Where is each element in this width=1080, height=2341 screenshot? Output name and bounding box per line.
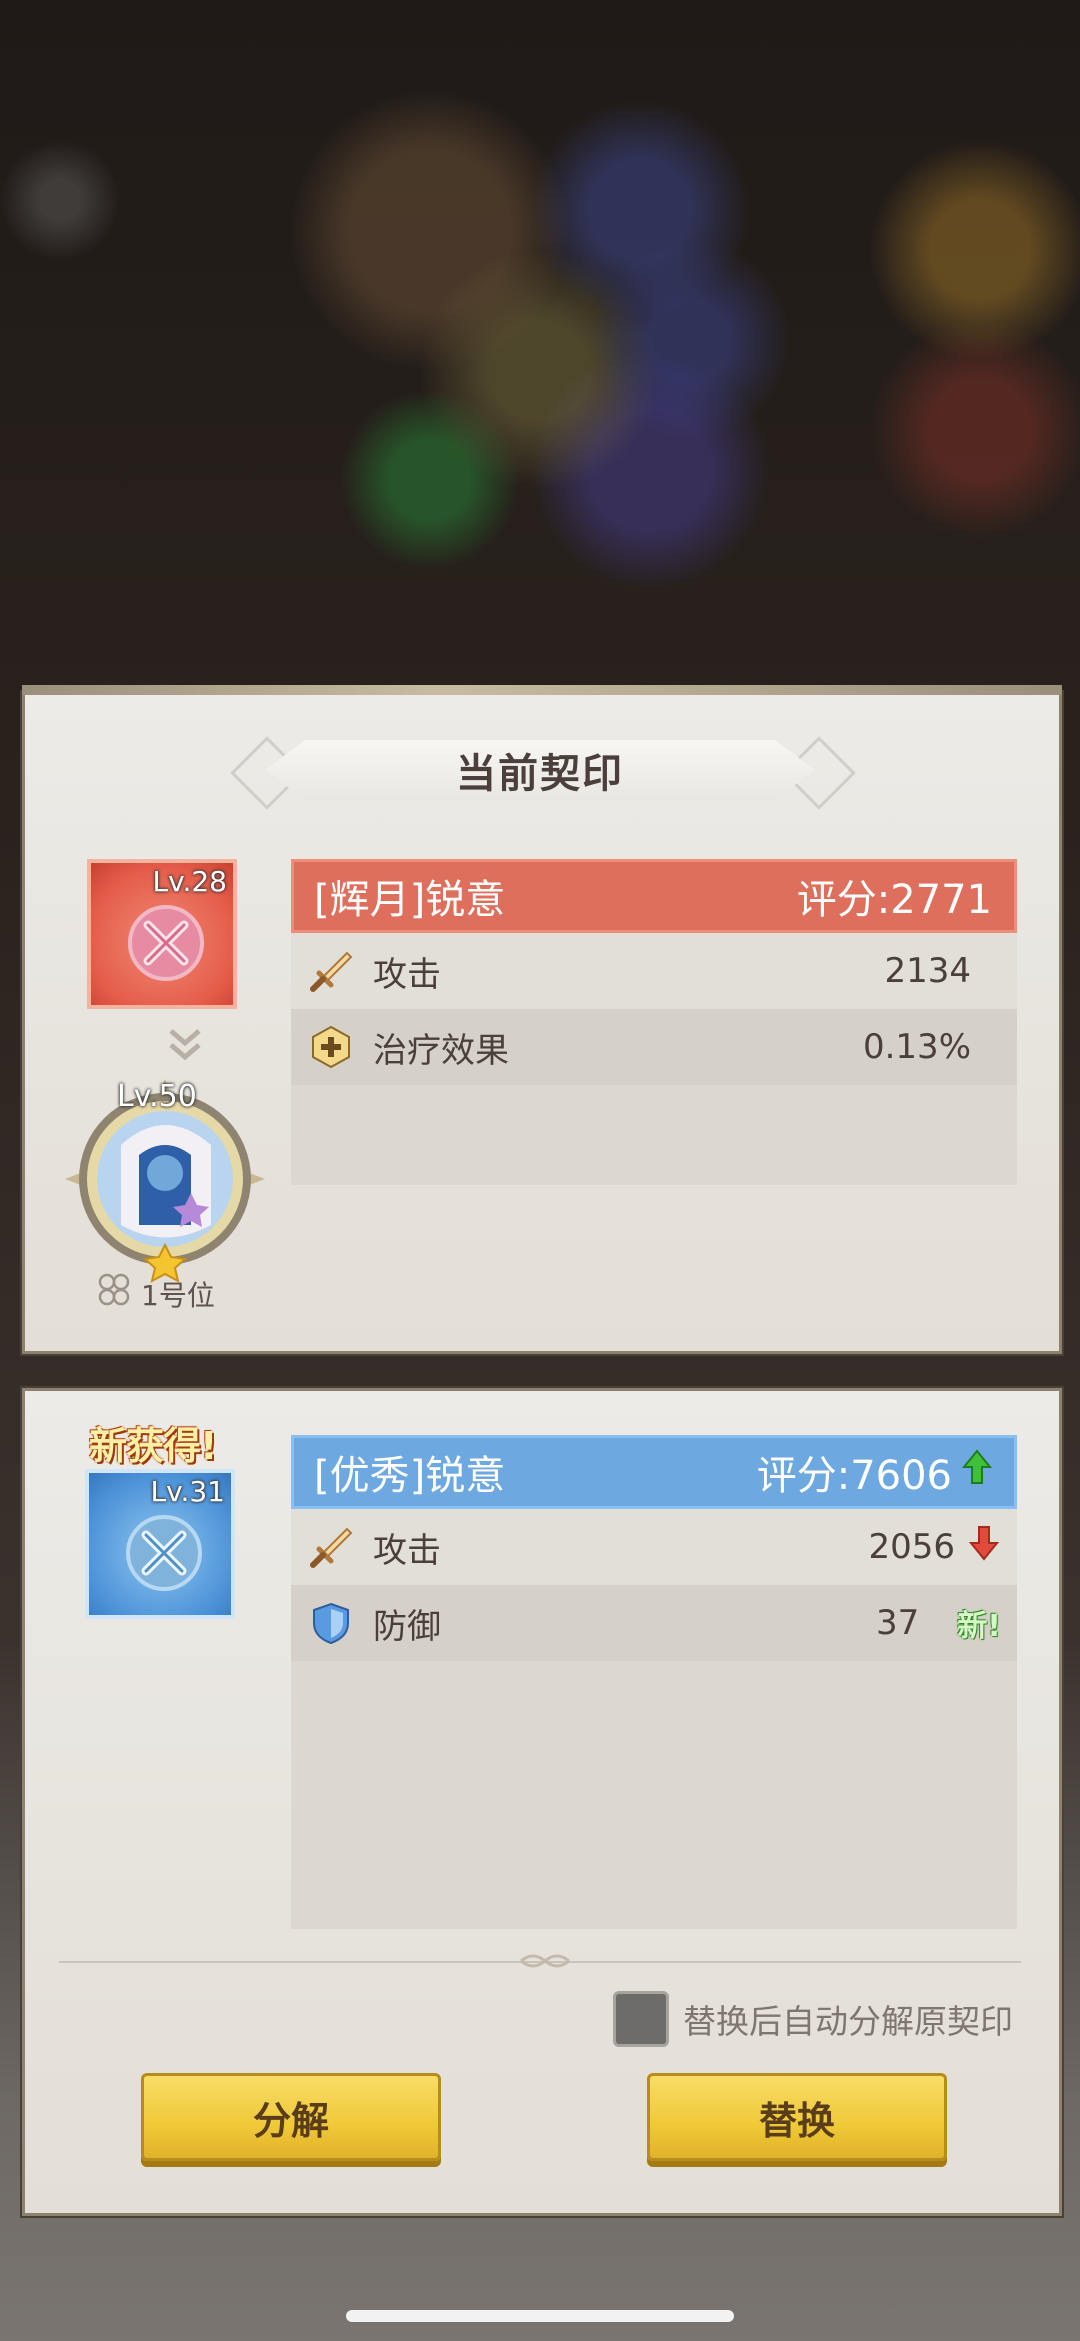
new-stat-tag: 新! bbox=[957, 1609, 1001, 1644]
swap-arrow-icon bbox=[165, 1025, 205, 1069]
title-banner: 当前契印 bbox=[265, 740, 815, 800]
crossed-swords-icon bbox=[126, 1515, 202, 1591]
crossed-swords-icon bbox=[128, 905, 204, 981]
character-avatar[interactable]: Lv.50 bbox=[61, 1075, 269, 1283]
panel-title: 当前契印 bbox=[456, 751, 624, 797]
current-seal-icon[interactable]: Lv.28 bbox=[87, 859, 237, 1009]
new-seal-header: [优秀]锐意 评分:7606 bbox=[291, 1435, 1017, 1509]
up-arrow-icon bbox=[961, 1449, 993, 1495]
stat-name: 攻击 bbox=[373, 954, 441, 995]
replace-button[interactable]: 替换 bbox=[647, 2073, 947, 2161]
score-text: 评分:7606 bbox=[756, 1453, 952, 1499]
sword-icon bbox=[307, 1523, 355, 1571]
decompose-button-label: 分解 bbox=[252, 2098, 329, 2143]
seal-score: 评分:7606 bbox=[756, 1443, 993, 1501]
new-obtained-badge: 新获得! bbox=[89, 1424, 217, 1468]
current-seal-header: [辉月]锐意 评分:2771 bbox=[291, 859, 1017, 933]
auto-decompose-label: 替换后自动分解原契印 bbox=[683, 2002, 1013, 2041]
down-arrow-icon bbox=[968, 1525, 1000, 1570]
score-text: 评分:2771 bbox=[796, 877, 992, 923]
stat-row: 防御 37 新! bbox=[291, 1585, 1017, 1661]
character-level: Lv.50 bbox=[117, 1079, 197, 1114]
stat-row: 治疗效果 0.13% bbox=[291, 1009, 1017, 1085]
stat-row: 攻击 2056 bbox=[291, 1509, 1017, 1585]
seal-name: [优秀]锐意 bbox=[314, 1453, 506, 1499]
new-seal-panel: 新获得! Lv.31 [优秀]锐意 评分:7606 攻击 2056 防御 37 … bbox=[22, 1388, 1062, 2216]
auto-decompose-checkbox[interactable] bbox=[613, 1991, 669, 2047]
seal-name: [辉月]锐意 bbox=[314, 877, 506, 923]
slot-label: 1号位 bbox=[95, 1273, 215, 1314]
replace-button-label: 替换 bbox=[758, 2098, 835, 2143]
stat-name: 治疗效果 bbox=[373, 1030, 509, 1071]
stat-value: 37 bbox=[876, 1603, 920, 1643]
slot-text: 1号位 bbox=[141, 1278, 215, 1312]
sword-icon bbox=[307, 947, 355, 995]
seal-score: 评分:2771 bbox=[797, 867, 992, 925]
decompose-button[interactable]: 分解 bbox=[141, 2073, 441, 2161]
new-seal-icon[interactable]: Lv.31 bbox=[85, 1469, 235, 1619]
shield-icon bbox=[307, 1599, 355, 1647]
stat-row: 攻击 2134 bbox=[291, 933, 1017, 1009]
seal-level: Lv.31 bbox=[150, 1475, 225, 1508]
stat-name: 攻击 bbox=[373, 1530, 441, 1571]
stat-value: 0.13% bbox=[862, 1027, 971, 1067]
seal-level: Lv.28 bbox=[152, 865, 227, 898]
auto-decompose-option[interactable]: 替换后自动分解原契印 bbox=[613, 1991, 1013, 2047]
divider-ornament-icon bbox=[517, 1947, 573, 1975]
home-indicator[interactable] bbox=[346, 2310, 734, 2322]
team-slot-icon bbox=[95, 1273, 133, 1314]
stat-value: 2134 bbox=[884, 951, 971, 991]
stat-value: 2056 bbox=[868, 1527, 955, 1567]
current-seal-panel: 当前契印 Lv.28 Lv.50 1号位 [辉月]锐意 评分:2771 攻击 2… bbox=[22, 685, 1062, 1354]
heal-icon bbox=[307, 1023, 355, 1071]
stat-name: 防御 bbox=[373, 1606, 441, 1647]
